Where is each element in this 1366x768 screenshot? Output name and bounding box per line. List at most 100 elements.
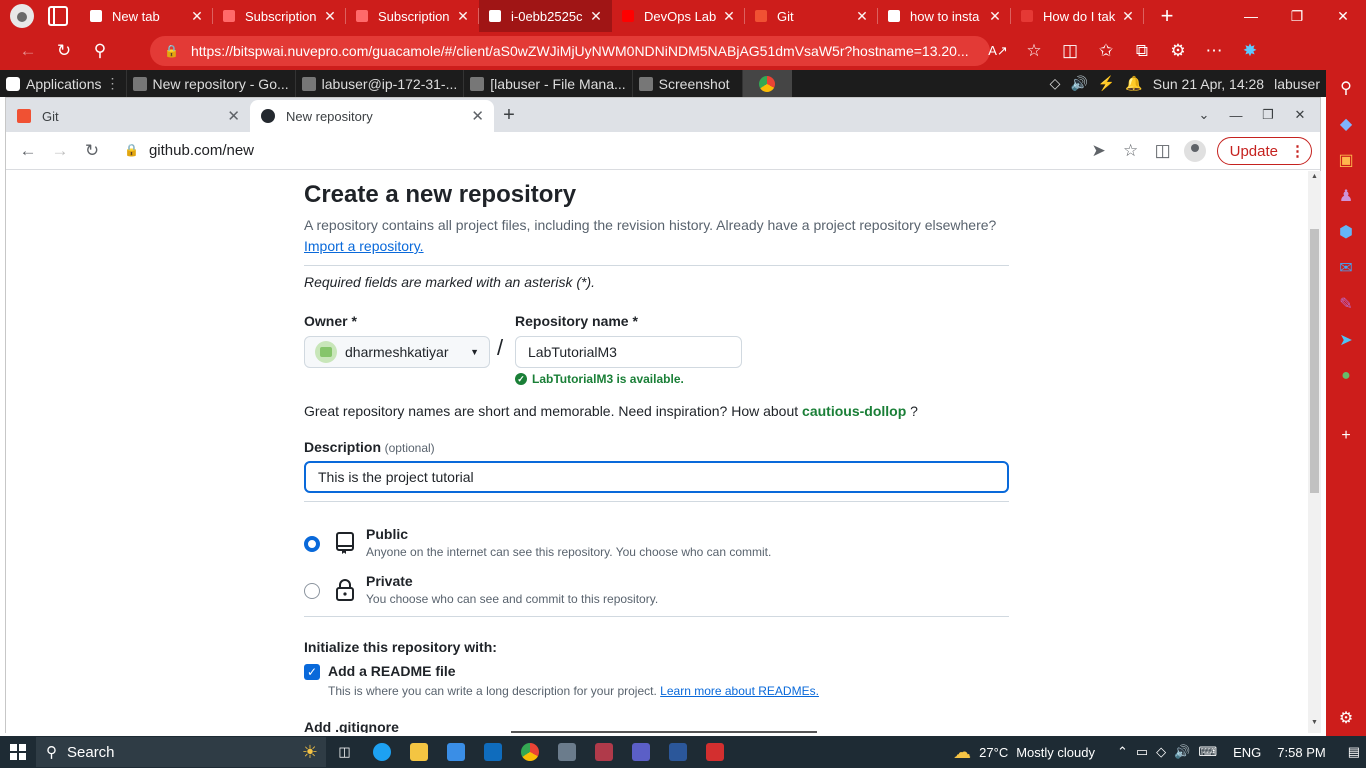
chrome-minimize-button[interactable]: — [1220,108,1252,123]
sidebar-tools-icon[interactable]: ▣ [1334,148,1358,172]
panel-user[interactable]: labuser [1274,76,1320,92]
scroll-down-arrow-icon[interactable]: ▼ [1308,719,1321,731]
battery-icon[interactable]: ▭ [1136,744,1148,760]
edge-taskbar-icon[interactable] [363,736,400,768]
speaker-icon[interactable]: 🔊 [1174,744,1190,760]
panel-task[interactable]: [labuser - File Mana... [463,70,631,97]
side-panel-icon[interactable]: ◫ [1147,135,1179,167]
bookmark-star-icon[interactable]: ☆ [1115,135,1147,167]
weather-icon[interactable]: ☁ [953,742,971,763]
chrome-restore-button[interactable]: ❐ [1252,107,1284,123]
notifications-icon[interactable]: 🔔 [1125,75,1142,92]
sidebar-games-icon[interactable]: ♟ [1334,184,1358,208]
language-indicator[interactable]: ENG [1233,745,1261,760]
collections-icon[interactable]: ⧉ [1124,35,1160,67]
readme-label[interactable]: Add a README file [328,663,456,679]
back-icon[interactable]: ← [10,35,46,67]
close-tab-icon[interactable]: ✕ [227,107,240,125]
panel-task[interactable]: Screenshot [631,70,736,97]
scrollbar-thumb[interactable] [1310,229,1319,493]
power-icon[interactable]: ⚡ [1098,75,1115,92]
edge-tab[interactable]: Git ✕ [745,0,878,32]
chrome-new-tab-button[interactable]: + [494,104,524,127]
name-suggestion[interactable]: cautious-dollop [802,403,906,419]
sidebar-telegram-icon[interactable]: ➤ [1334,328,1358,352]
visibility-public[interactable]: Public Anyone on the internet can see th… [304,526,1009,559]
description-input[interactable]: This is the project tutorial [304,461,1009,493]
weather-description[interactable]: Mostly cloudy [1016,745,1095,760]
read-aloud-icon[interactable]: A↗ [980,35,1016,67]
keyboard-app-icon[interactable] [548,736,585,768]
notification-center-icon[interactable]: ▤ [1348,744,1360,760]
panel-task[interactable]: labuser@ip-172-31-... [294,70,464,97]
profile-avatar[interactable] [10,4,34,28]
close-window-button[interactable]: ✕ [1320,0,1366,32]
chrome-close-button[interactable]: ✕ [1284,107,1316,123]
chrome-forward-icon[interactable]: → [44,135,76,167]
chrome-tab[interactable]: Git ✕ [6,100,250,132]
sidebar-add-icon[interactable]: + [1334,424,1358,448]
close-tab-icon[interactable]: ✕ [588,8,604,25]
sidebar-tag-icon[interactable]: ◆ [1334,112,1358,136]
teams-icon[interactable] [622,736,659,768]
import-repository-link[interactable]: Import a repository. [304,238,424,254]
tab-actions-icon[interactable] [48,6,68,26]
vertical-scrollbar[interactable]: ▲ ▼ [1308,171,1321,733]
file-explorer-icon[interactable] [400,736,437,768]
close-tab-icon[interactable]: ✕ [987,8,1003,25]
sidebar-designer-icon[interactable]: ✎ [1334,292,1358,316]
task-view-icon[interactable]: ◫ [326,736,363,768]
edge-tab[interactable]: New tab ✕ [80,0,213,32]
start-button[interactable] [0,736,36,768]
restore-button[interactable]: ❐ [1274,0,1320,32]
split-screen-icon[interactable]: ◫ [1052,35,1088,67]
sidebar-tree-icon[interactable]: ● [1334,364,1358,388]
applications-menu[interactable]: Applications ⋮ [0,70,126,97]
edge-tab[interactable]: how to insta ✕ [878,0,1011,32]
chrome-taskbar-icon[interactable] [511,736,548,768]
close-tab-icon[interactable]: ✕ [322,8,338,25]
sidebar-settings-icon[interactable]: ⚙ [1334,706,1358,730]
repository-name-input[interactable]: LabTutorialM3 [515,336,742,368]
word-icon[interactable] [659,736,696,768]
close-tab-icon[interactable]: ✕ [471,107,484,125]
edge-tab[interactable]: i-0ebb2525c ✕ [479,0,612,32]
profile-icon[interactable] [1179,135,1211,167]
owner-dropdown[interactable]: dharmeshkatiyar ▼ [304,336,490,368]
close-tab-icon[interactable]: ✕ [721,8,737,25]
sidebar-search-icon[interactable]: ⚲ [1334,76,1358,100]
edge-tab[interactable]: DevOps Lab ✕ [612,0,745,32]
volume-icon[interactable]: 🔊 [1070,75,1087,92]
update-button[interactable]: Update ⋮ [1216,137,1312,165]
visibility-private[interactable]: Private You choose who can see and commi… [304,573,1009,606]
edge-tab[interactable]: How do I tak ✕ [1011,0,1144,32]
network-icon[interactable]: ◇ [1050,75,1061,92]
close-tab-icon[interactable]: ✕ [455,8,471,25]
chrome-omnibox[interactable]: 🔒 github.com/new [114,135,1094,165]
close-tab-icon[interactable]: ✕ [854,8,870,25]
more-icon[interactable]: ⋯ [1196,35,1232,67]
sidebar-office-icon[interactable]: ⬢ [1334,220,1358,244]
chrome-back-icon[interactable]: ← [12,135,44,167]
workspace-switcher[interactable] [741,70,792,97]
send-tab-icon[interactable]: ➤ [1083,135,1115,167]
close-tab-icon[interactable]: ✕ [189,8,205,25]
close-tab-icon[interactable]: ✕ [1120,8,1136,25]
store-icon[interactable] [437,736,474,768]
tray-chevron-icon[interactable]: ⌃ [1117,744,1128,760]
edge-tab[interactable]: Subscription ✕ [346,0,479,32]
taskbar-search[interactable]: ⚲ Search ☀ [36,737,326,767]
mail-icon[interactable] [474,736,511,768]
weather-temp[interactable]: 27°C [979,745,1008,760]
private-radio[interactable] [304,583,320,599]
favorites-icon[interactable]: ✩ [1088,35,1124,67]
acrobat-icon[interactable] [696,736,733,768]
chrome-tab-search-icon[interactable]: ⌄ [1188,107,1220,123]
copilot-icon[interactable]: ✸ [1232,35,1268,67]
edge-tab[interactable]: Subscription ✕ [213,0,346,32]
wifi-icon[interactable]: ◇ [1156,744,1166,760]
learn-more-readme-link[interactable]: Learn more about READMEs. [660,684,819,698]
keyboard-icon[interactable]: ⌨ [1198,744,1217,760]
search-icon[interactable]: ⚲ [82,35,118,67]
favorite-star-icon[interactable]: ☆ [1016,35,1052,67]
